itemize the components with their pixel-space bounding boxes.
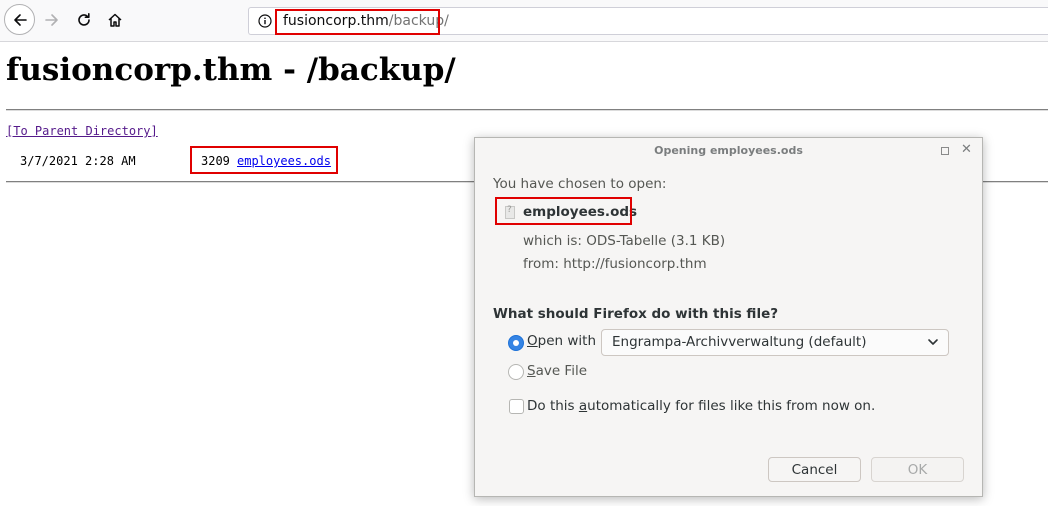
action-question: What should Firefox do with this file? (493, 306, 779, 322)
maximize-icon[interactable] (941, 147, 949, 155)
chevron-down-icon (928, 339, 938, 345)
open-with-label[interactable]: Open with (527, 333, 596, 349)
dialog-filename: employees.ods (523, 204, 638, 220)
open-with-radio[interactable] (508, 335, 524, 351)
auto-label-post: utomatically for files like this from no… (587, 398, 876, 414)
entry-link[interactable]: employees.ods (237, 154, 331, 168)
reload-icon (78, 13, 90, 26)
auto-mnemonic: a (578, 398, 588, 414)
auto-checkbox[interactable] (509, 399, 524, 414)
reload-button[interactable] (69, 5, 99, 35)
selected-app: Engrampa-Archivverwaltung (default) (612, 334, 867, 350)
forward-button[interactable] (37, 5, 67, 35)
entry-size: 3209 (201, 154, 230, 168)
save-file-radio[interactable] (508, 364, 524, 380)
save-file-label-post: ave File (535, 363, 588, 379)
dialog-title: Opening employees.ods (654, 144, 803, 157)
info-icon[interactable] (258, 14, 272, 28)
auto-label-pre: Do this (527, 398, 579, 414)
divider (6, 109, 1048, 111)
back-button[interactable] (4, 4, 35, 35)
open-with-app-select[interactable]: Engrampa-Archivverwaltung (default) (601, 329, 949, 356)
close-icon[interactable]: ✕ (961, 142, 972, 158)
entry-date: 3/7/2021 2:28 AM (20, 154, 136, 168)
url-bar[interactable]: fusioncorp.thm/backup/ (248, 7, 1048, 35)
page-title: fusioncorp.thm - /backup/ (6, 52, 456, 88)
arrow-left-icon (13, 13, 27, 26)
url-text[interactable]: fusioncorp.thm/backup/ (283, 12, 449, 30)
ok-button[interactable]: OK (871, 457, 964, 482)
url-host: fusioncorp.thm (283, 13, 389, 29)
save-file-mnemonic: S (527, 363, 536, 379)
arrow-right-icon (45, 14, 58, 26)
cancel-button[interactable]: Cancel (768, 457, 861, 482)
home-button[interactable] (100, 5, 130, 35)
parent-directory-link[interactable]: [To Parent Directory] (6, 124, 158, 138)
url-path: /backup/ (388, 13, 449, 29)
browser-toolbar: fusioncorp.thm/backup/ (0, 0, 1048, 42)
home-icon (108, 13, 122, 27)
file-source: from: http://fusioncorp.thm (523, 256, 707, 272)
file-icon (505, 205, 515, 219)
save-file-label[interactable]: Save File (527, 363, 587, 379)
open-with-mnemonic: O (527, 333, 538, 349)
open-with-label-post: pen with (537, 333, 597, 349)
chosen-label: You have chosen to open: (493, 176, 667, 192)
file-type: which is: ODS-Tabelle (3.1 KB) (523, 233, 726, 249)
auto-label[interactable]: Do this automatically for files like thi… (527, 398, 875, 414)
download-dialog: Opening employees.ods ✕ You have chosen … (474, 137, 983, 497)
